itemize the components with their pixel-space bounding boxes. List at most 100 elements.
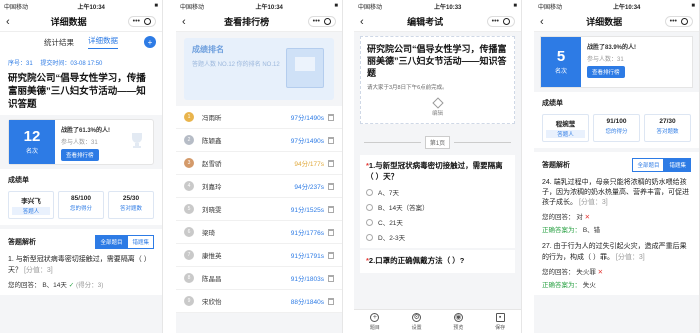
- submission-meta: 序号：31 提交时间：03-08 17:50: [0, 52, 162, 69]
- leaderboard-row[interactable]: 7 康惟英 91分/1791s: [176, 244, 342, 267]
- close-ring-icon[interactable]: [502, 18, 510, 25]
- page-title: 查看排行榜: [224, 17, 270, 27]
- scoreboard: 李兴飞 答题人 85/100 您的得分 25/30 答对题数: [8, 191, 154, 220]
- toggle-wrong-questions[interactable]: 错题集: [127, 235, 154, 250]
- participant-score: 94分/177s: [294, 161, 324, 168]
- radio-icon[interactable]: [366, 188, 373, 196]
- analysis-header: 答题解析 全部题目 错题集: [542, 158, 691, 172]
- answerer-name: 程婉莹: [555, 121, 576, 128]
- status-bar: 中国移动 上午10:33 ■: [354, 0, 521, 12]
- option-label: B、14天（答案）: [378, 205, 429, 213]
- close-ring-icon[interactable]: [323, 18, 331, 25]
- score-cell: 91/100 您的得分: [593, 114, 640, 142]
- rank-card: 12 名次 战胜了61.3%的人! 参与人数：31 查看排行榜: [8, 119, 154, 166]
- time-label: 上午10:34: [613, 4, 641, 11]
- radio-icon[interactable]: [366, 233, 373, 241]
- leaderboard-row[interactable]: 2 陈颖鑫 97分/1490s: [176, 129, 342, 152]
- correct-label: 答对题数: [119, 206, 142, 213]
- rank-number: 5: [556, 48, 566, 65]
- delete-icon[interactable]: [328, 159, 334, 167]
- toggle-wrong-questions[interactable]: 错题集: [664, 158, 691, 172]
- scorecard-section: 成绩单 李兴飞 答题人 85/100 您的得分 25/30 答对题数: [0, 169, 162, 226]
- option-item[interactable]: A、7天: [366, 187, 509, 197]
- participant-score: 91分/1525s: [290, 207, 324, 214]
- leaderboard-row[interactable]: 6 梁琦 91分/1776s: [176, 221, 342, 244]
- back-icon[interactable]: ‹: [540, 16, 544, 28]
- radio-icon[interactable]: [366, 203, 373, 211]
- mini-program-capsule[interactable]: •••: [127, 16, 156, 27]
- option-list: A、7天 B、14天（答案） C、21天 D、2-3天: [366, 187, 509, 242]
- mini-program-capsule[interactable]: •••: [307, 16, 336, 27]
- participant-score: 91分/1803s: [290, 276, 324, 283]
- toggle-all-questions[interactable]: 全部题目: [95, 235, 128, 250]
- delete-icon[interactable]: [328, 228, 334, 236]
- answer-value: B、14天: [42, 281, 67, 289]
- option-item[interactable]: C、21天: [366, 217, 509, 227]
- delete-icon[interactable]: [328, 274, 334, 282]
- analysis-section: 答题解析 全部题目 错题集 1. 与新型冠状病毒密切接触过，需要隔离（ ）天？ …: [0, 229, 162, 295]
- battery-icon: ■: [691, 3, 695, 9]
- rank-label: 名次: [25, 149, 38, 156]
- analysis-toggle: 全部题目 错题集: [95, 235, 154, 250]
- delete-icon[interactable]: [328, 113, 334, 121]
- delete-icon[interactable]: [328, 182, 334, 190]
- score-label: 您的得分: [605, 129, 628, 135]
- toggle-all-questions[interactable]: 全部题目: [632, 158, 665, 172]
- option-item[interactable]: D、2-3天: [366, 232, 509, 242]
- page-title: 详细数据: [50, 17, 87, 27]
- mini-program-capsule[interactable]: •••: [486, 16, 515, 27]
- back-icon[interactable]: ‹: [182, 16, 186, 28]
- tool-preview[interactable]: ◉ 预览: [453, 312, 463, 331]
- more-icon[interactable]: •••: [670, 18, 677, 25]
- view-leaderboard-button[interactable]: 查看排行榜: [61, 149, 99, 162]
- back-icon[interactable]: ‹: [360, 16, 364, 28]
- more-icon[interactable]: •••: [492, 18, 499, 25]
- edit-button[interactable]: 编辑: [367, 97, 508, 117]
- add-icon[interactable]: +: [144, 36, 156, 48]
- tool-question[interactable]: + 题目: [370, 312, 380, 331]
- rank-info: 战胜了61.3%的人! 参与人数：31 查看排行榜: [55, 120, 116, 164]
- carrier-label: 中国移动: [4, 4, 29, 11]
- delete-icon[interactable]: [328, 136, 334, 144]
- option-item[interactable]: B、14天（答案）: [366, 202, 509, 212]
- analysis-toggle: 全部题目 错题集: [632, 158, 691, 172]
- more-icon[interactable]: •••: [313, 18, 320, 25]
- status-bar: 中国移动 上午10:34 ■: [0, 0, 162, 12]
- score-cell: 85/100 您的得分: [58, 191, 104, 220]
- delete-icon[interactable]: [328, 251, 334, 259]
- question-text-24: 24. 端乳过程中，母亲只能将浓稠的奶水喂给孩子，因为浓稠的奶水热量高、营养丰富…: [542, 178, 691, 208]
- leaderboard-row[interactable]: 3 赵雪骄 94分/177s: [176, 152, 342, 175]
- leaderboard-row[interactable]: 8 陈晶昌 91分/1803s: [176, 267, 342, 290]
- correct-cell: 27/30 答对题数: [644, 114, 691, 142]
- close-ring-icon[interactable]: [680, 18, 688, 25]
- leaderboard-row[interactable]: 5 刘晓雯 91分/1525s: [176, 198, 342, 221]
- tab-statistics[interactable]: 统计结果: [44, 37, 74, 48]
- rank-badge: 2: [184, 135, 194, 145]
- answer-label: 您的回答：: [8, 281, 41, 289]
- participant-name: 赵雪骄: [202, 161, 222, 168]
- question-text-27: 27. 由于行为人的过失引起火灾，造成严重后果的行为，构成（ ）罪。 [分值：3…: [542, 242, 691, 262]
- leaderboard-row[interactable]: 9 宋欣怡 88分/1840s: [176, 290, 342, 313]
- delete-icon[interactable]: [328, 297, 334, 305]
- more-icon[interactable]: •••: [133, 18, 140, 25]
- carrier-label: 中国移动: [358, 4, 383, 11]
- leaderboard-row[interactable]: 1 冯雨昕 97分/1490s: [176, 106, 342, 129]
- mini-program-capsule[interactable]: •••: [664, 16, 693, 27]
- tool-settings[interactable]: ⚙ 设置: [412, 312, 422, 331]
- tool-save[interactable]: ▪ 保存: [495, 312, 505, 331]
- back-icon[interactable]: ‹: [6, 16, 10, 28]
- view-leaderboard-button[interactable]: 查看排行榜: [587, 66, 625, 78]
- rank-box: 12 名次: [9, 120, 55, 165]
- leaderboard-row[interactable]: 4 刘嘉玲 94分/237s: [176, 175, 342, 198]
- scorecard-title: 成绩单: [8, 177, 29, 185]
- rank-box: 5 名次: [541, 37, 581, 87]
- delete-icon[interactable]: [328, 205, 334, 213]
- question-text: 2.口罩的正确佩戴方法（ ）?: [368, 256, 465, 266]
- question-card-2[interactable]: *2.口罩的正确佩戴方法（ ）?: [360, 250, 515, 273]
- question-card-1[interactable]: *1.与新型冠状病毒密切接触过，需要隔离（ ）天？ A、7天 B、14天（答案） C…: [360, 155, 515, 249]
- eye-icon: ◉: [453, 312, 463, 322]
- radio-icon[interactable]: [366, 218, 373, 226]
- tab-detail-data[interactable]: 详细数据: [88, 35, 118, 49]
- exam-header-card[interactable]: 研究院公司“倡导女性学习，传播富丽美德”三八妇女节活动——知识答题 请大家于3月…: [360, 36, 515, 125]
- close-ring-icon[interactable]: [143, 18, 151, 25]
